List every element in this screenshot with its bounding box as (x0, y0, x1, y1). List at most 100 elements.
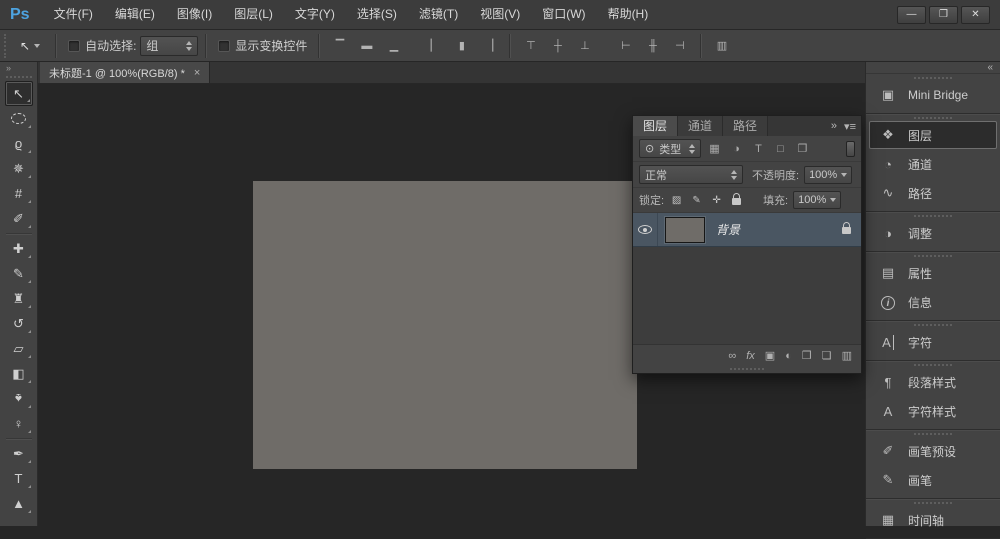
filter-shape-layers-icon[interactable]: □ (772, 143, 789, 155)
dock-section-grip[interactable] (914, 324, 952, 326)
panel-button-paragraph-styles[interactable]: ¶ 段落样式 (869, 368, 997, 396)
document-tab[interactable]: 未标题-1 @ 100%(RGB/8) * × (40, 62, 210, 83)
distribute-horizontal-centers-button[interactable]: ╫ (643, 37, 662, 55)
lock-all-button[interactable] (729, 193, 744, 208)
history-brush-tool[interactable]: ↺ (5, 311, 33, 336)
menu-window[interactable]: 窗口(W) (531, 0, 596, 29)
align-top-edges-button[interactable]: ▔ (330, 37, 349, 55)
panel-button-brush[interactable]: ✎ 画笔 (869, 466, 997, 494)
panel-resize-grip[interactable] (633, 366, 861, 373)
add-layer-mask-icon[interactable]: ▣ (765, 349, 775, 362)
auto-align-layers-button[interactable]: ▥ (712, 37, 731, 55)
dodge-tool[interactable]: ♀ (5, 411, 33, 436)
panel-button-adjustments[interactable]: ◑ 调整 (869, 219, 997, 247)
dock-section-grip[interactable] (914, 255, 952, 257)
panel-button-mini-bridge[interactable]: ▣ Mini Bridge (869, 81, 997, 109)
align-left-edges-button[interactable]: ▏ (425, 37, 444, 55)
dock-section-grip[interactable] (914, 433, 952, 435)
filter-adjustment-layers-icon[interactable]: ◑ (728, 143, 745, 155)
new-layer-icon[interactable]: ❏ (822, 349, 832, 362)
menu-edit[interactable]: 编辑(E) (104, 0, 166, 29)
delete-layer-icon[interactable]: ▥ (842, 349, 852, 362)
show-transform-controls-checkbox[interactable] (218, 40, 230, 52)
healing-brush-tool[interactable]: ✚ (5, 236, 33, 261)
options-bar-grip[interactable] (4, 34, 10, 58)
maximize-button[interactable]: ❐ (929, 6, 958, 24)
menu-filter[interactable]: 滤镜(T) (408, 0, 469, 29)
eraser-tool[interactable]: ▱ (5, 336, 33, 361)
distribute-bottom-edges-button[interactable]: ⊥ (575, 37, 594, 55)
align-right-edges-button[interactable]: ▕ (479, 37, 498, 55)
panel-button-info[interactable]: i 信息 (869, 288, 997, 316)
layer-effects-icon[interactable]: fx (746, 350, 755, 362)
marquee-tool[interactable] (5, 106, 33, 131)
layer-row-background[interactable]: 背景 (633, 213, 861, 247)
auto-select-target-dropdown[interactable]: 组 (140, 36, 198, 56)
menu-layer[interactable]: 图层(L) (223, 0, 284, 29)
close-button[interactable]: ✕ (961, 6, 990, 24)
align-horizontal-centers-button[interactable]: ▮ (452, 37, 471, 55)
menu-image[interactable]: 图像(I) (166, 0, 223, 29)
blend-mode-dropdown[interactable]: 正常 (639, 165, 743, 184)
menu-view[interactable]: 视图(V) (469, 0, 531, 29)
collapse-panel-icon[interactable]: » (831, 120, 837, 132)
path-selection-tool[interactable]: ▲ (5, 491, 33, 516)
panel-button-layers[interactable]: ❖ 图层 (869, 121, 997, 149)
distribute-right-edges-button[interactable]: ⊣ (670, 37, 689, 55)
distribute-vertical-centers-button[interactable]: ┼ (548, 37, 567, 55)
filter-smart-objects-icon[interactable]: ❐ (794, 142, 811, 155)
distribute-left-edges-button[interactable]: ⊢ (616, 37, 635, 55)
clone-stamp-tool[interactable]: ♜ (5, 286, 33, 311)
panel-button-character[interactable]: A 字符 (869, 328, 997, 356)
tab-layers[interactable]: 图层 (633, 116, 678, 136)
distribute-top-edges-button[interactable]: ⊤ (521, 37, 540, 55)
minimize-button[interactable]: — (897, 6, 926, 24)
dock-section-grip[interactable] (914, 215, 952, 217)
current-tool-indicator[interactable]: ↖ (16, 39, 48, 53)
align-vertical-centers-button[interactable]: ▬ (357, 37, 376, 55)
filter-type-layers-icon[interactable]: T (750, 143, 767, 155)
brush-tool[interactable]: ✎ (5, 261, 33, 286)
lock-position-button[interactable]: ✛ (709, 195, 724, 206)
menu-help[interactable]: 帮助(H) (597, 0, 660, 29)
eyedropper-tool[interactable]: ✐ (5, 206, 33, 231)
align-bottom-edges-button[interactable]: ▁ (384, 37, 403, 55)
filter-type-dropdown[interactable]: ⊙ 类型 (639, 139, 701, 158)
layer-name[interactable]: 背景 (716, 221, 842, 238)
menu-file[interactable]: 文件(F) (43, 0, 104, 29)
gradient-tool[interactable]: ◧ (5, 361, 33, 386)
expand-panels-icon[interactable]: « (987, 62, 993, 73)
dock-section-grip[interactable] (914, 77, 952, 79)
pen-tool[interactable]: ✒ (5, 441, 33, 466)
panel-button-channels[interactable]: ◔ 通道 (869, 150, 997, 178)
new-adjustment-layer-icon[interactable]: ◐ (785, 350, 792, 362)
dock-section-grip[interactable] (914, 364, 952, 366)
fill-value-box[interactable]: 100% (793, 191, 841, 209)
panel-menu-icon[interactable]: ▾≡ (844, 120, 856, 133)
auto-select-checkbox[interactable] (68, 40, 80, 52)
menu-select[interactable]: 选择(S) (346, 0, 408, 29)
new-group-icon[interactable]: ❒ (802, 349, 812, 362)
tab-channels[interactable]: 通道 (678, 116, 723, 136)
filter-on-off-toggle[interactable] (846, 141, 855, 157)
tab-paths[interactable]: 路径 (723, 116, 768, 136)
tool-palette-grip[interactable] (6, 76, 32, 78)
blur-tool[interactable]: ♠ (5, 386, 33, 411)
panel-button-properties[interactable]: ▤ 属性 (869, 259, 997, 287)
link-layers-icon[interactable]: ∞ (728, 350, 736, 362)
layer-thumbnail[interactable] (665, 217, 705, 243)
panel-button-timeline[interactable]: ▦ 时间轴 (869, 506, 997, 534)
move-tool[interactable]: ↖ (5, 81, 33, 106)
type-tool[interactable]: T (5, 466, 33, 491)
menu-type[interactable]: 文字(Y) (284, 0, 346, 29)
panel-button-character-styles[interactable]: A 字符样式 (869, 397, 997, 425)
lock-image-pixels-button[interactable]: ✎ (689, 195, 704, 206)
dock-section-grip[interactable] (914, 117, 952, 119)
document-canvas[interactable] (253, 181, 637, 469)
crop-tool[interactable]: # (5, 181, 33, 206)
tool-palette-collapse[interactable]: » (0, 62, 37, 74)
filter-pixel-layers-icon[interactable]: ▦ (706, 142, 723, 155)
panel-button-brush-presets[interactable]: ✐ 画笔预设 (869, 437, 997, 465)
lock-transparent-pixels-button[interactable]: ▨ (669, 195, 684, 206)
visibility-cell[interactable] (633, 213, 658, 246)
